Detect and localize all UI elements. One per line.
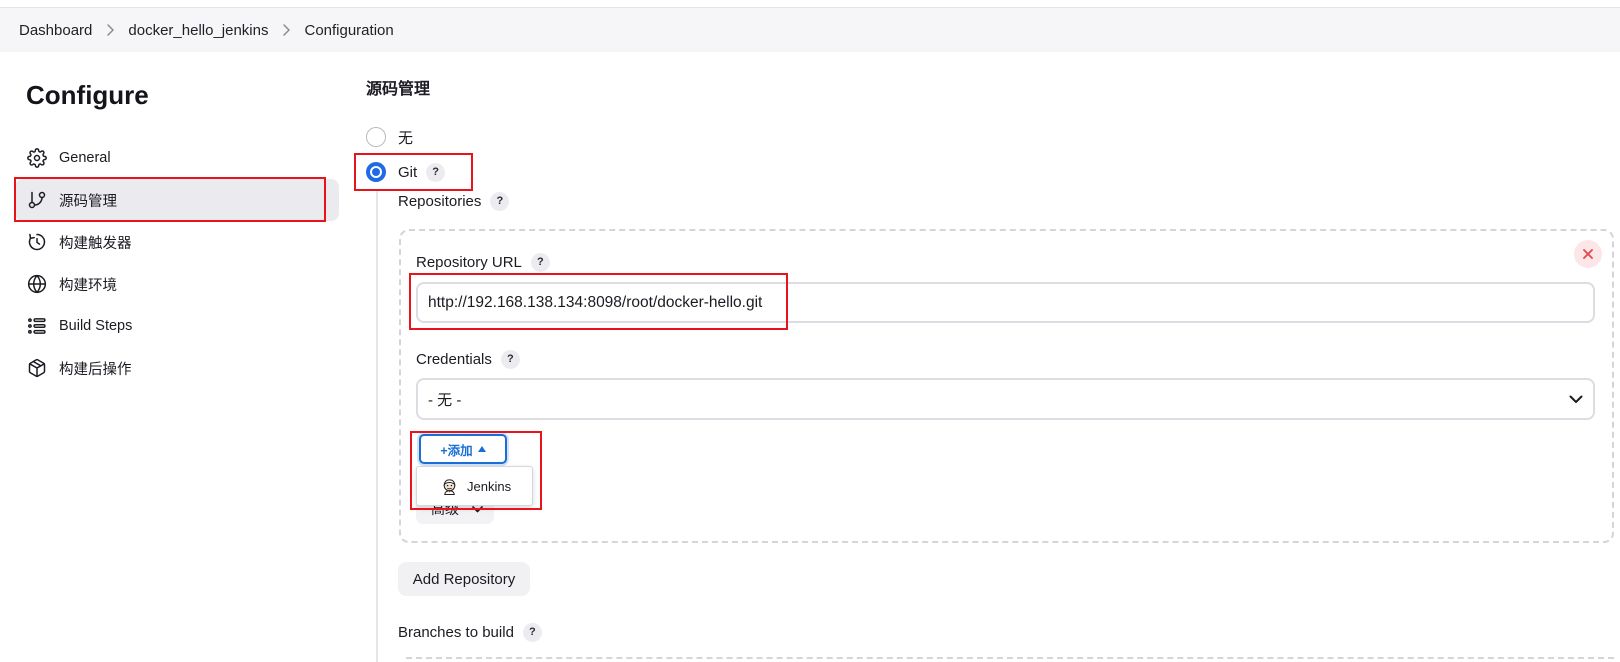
sidebar-item-label: 构建环境: [59, 277, 117, 294]
breadcrumb: Dashboard docker_hello_jenkins Configura…: [0, 7, 1620, 52]
chevron-down-icon: [1569, 395, 1583, 403]
repositories-label-row: Repositories ?: [398, 191, 510, 211]
add-credentials-label: +添加: [440, 443, 473, 458]
credentials-select[interactable]: - 无 -: [416, 378, 1595, 420]
add-credentials-button[interactable]: +添加: [419, 434, 507, 464]
credentials-label-row: Credentials ?: [416, 349, 520, 369]
breadcrumb-dashboard[interactable]: Dashboard: [19, 22, 92, 39]
sidebar-item-label: 构建触发器: [59, 235, 132, 252]
remove-repository-button[interactable]: [1574, 240, 1602, 268]
git-section-indent-line: [376, 191, 378, 662]
breadcrumb-items: Dashboard docker_hello_jenkins Configura…: [19, 8, 394, 52]
sidebar-item-label: 构建后操作: [59, 361, 132, 378]
menu-item-label: Jenkins: [467, 478, 512, 494]
sidebar-item-build-triggers[interactable]: 构建触发器: [15, 221, 339, 263]
add-credentials-menu: Jenkins: [416, 466, 533, 506]
scm-option-none[interactable]: 无: [366, 125, 413, 149]
globe-icon: [27, 274, 47, 294]
repository-url-label: Repository URL: [416, 253, 522, 271]
radio-label-none[interactable]: 无: [398, 127, 413, 148]
timer-icon: [28, 233, 46, 251]
jenkins-icon: [443, 478, 456, 495]
sidebar-item-label: General: [59, 150, 111, 166]
help-icon[interactable]: ?: [426, 162, 446, 182]
sidebar-item-label: Build Steps: [59, 318, 133, 334]
sidebar-item-label: 源码管理: [59, 193, 117, 210]
gear-icon: [27, 148, 47, 168]
help-icon[interactable]: ?: [530, 252, 550, 272]
sidebar-item-build-environment[interactable]: 构建环境: [15, 263, 339, 305]
git-branch-icon: [28, 191, 46, 209]
credentials-label: Credentials: [416, 350, 492, 368]
repository-url-label-row: Repository URL ?: [416, 252, 550, 272]
menu-item-jenkins[interactable]: Jenkins: [417, 467, 532, 505]
help-icon[interactable]: ?: [500, 349, 520, 369]
caret-up-icon: [477, 446, 486, 452]
repository-url-input[interactable]: [416, 282, 1595, 323]
breadcrumb-configuration[interactable]: Configuration: [304, 22, 393, 39]
package-icon: [28, 358, 46, 378]
branches-label: Branches to build: [398, 623, 514, 641]
add-repository-button[interactable]: Add Repository: [398, 562, 530, 596]
radio-label-git[interactable]: Git: [398, 164, 417, 181]
sidebar-item-source-code-management[interactable]: 源码管理: [15, 179, 339, 221]
chevron-right-icon: [283, 24, 291, 36]
help-icon[interactable]: ?: [490, 191, 510, 211]
page-title: Configure: [26, 80, 149, 110]
section-heading-scm: 源码管理: [366, 81, 431, 98]
branches-label-row: Branches to build ?: [398, 622, 542, 642]
scm-option-git[interactable]: Git ?: [366, 160, 446, 184]
help-icon[interactable]: ?: [522, 622, 542, 642]
repository-entry: Repository URL ? Credentials ? - 无 - +添加…: [399, 229, 1614, 543]
sidebar-item-general[interactable]: General: [15, 137, 339, 179]
credentials-selected-value: - 无 -: [428, 391, 462, 409]
sidebar-item-build-steps[interactable]: Build Steps: [15, 305, 339, 347]
close-icon: [1583, 249, 1593, 259]
repositories-label: Repositories: [398, 192, 482, 210]
breadcrumb-job[interactable]: docker_hello_jenkins: [128, 22, 268, 39]
window-top-strip: [0, 0, 1620, 7]
sidebar-item-post-build-actions[interactable]: 构建后操作: [15, 347, 339, 389]
branch-specifier-box: [406, 657, 1614, 662]
radio-none[interactable]: [366, 127, 386, 147]
radio-git[interactable]: [366, 162, 386, 182]
sidebar-nav: General 源码管理 构建触发器 构建环境 Build Steps 构建后操…: [15, 137, 339, 389]
list-icon: [27, 318, 46, 334]
chevron-down-icon: [472, 506, 483, 513]
chevron-right-icon: [107, 24, 115, 36]
